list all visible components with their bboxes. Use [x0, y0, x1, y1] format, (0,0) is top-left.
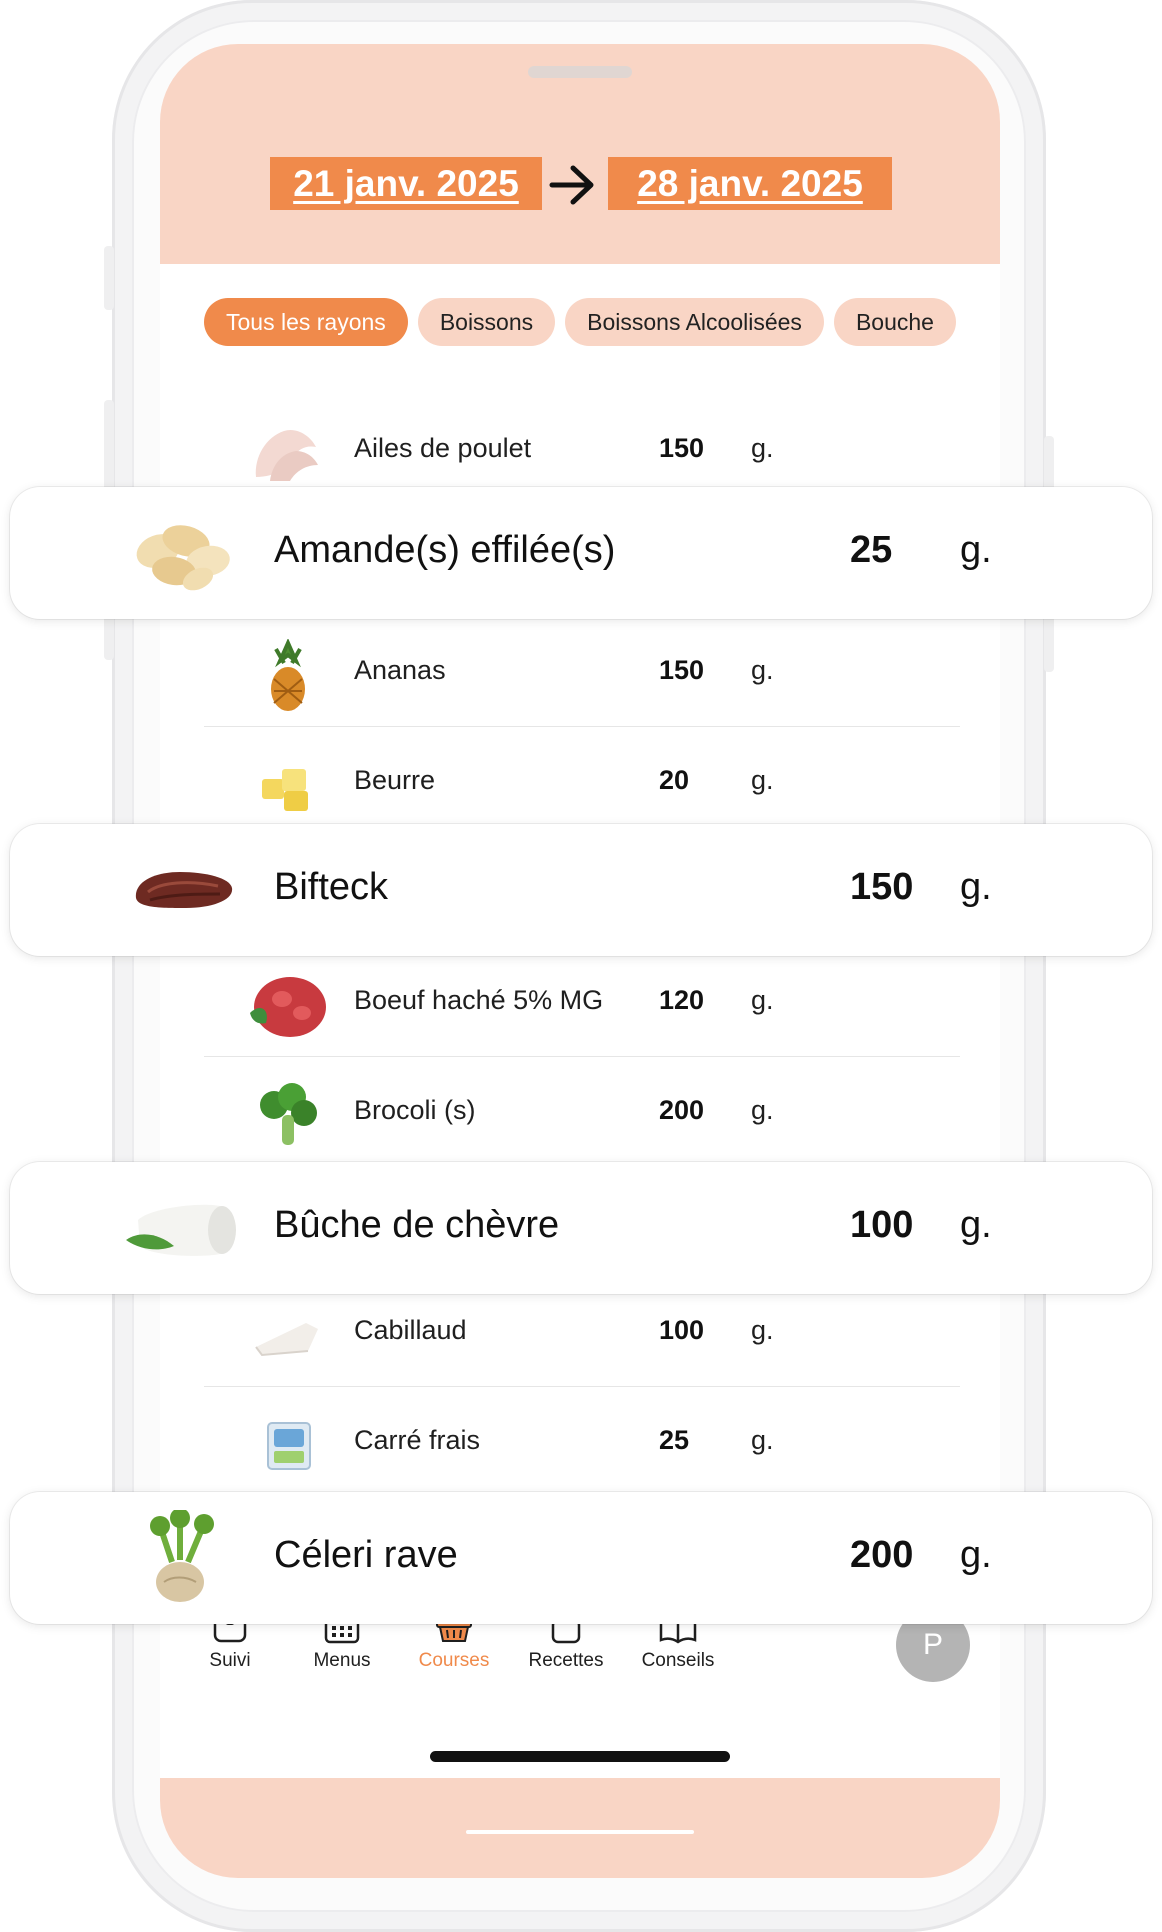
side-button-mute — [104, 246, 114, 310]
nav-label: Recettes — [528, 1650, 604, 1671]
item-name: Ananas — [354, 655, 446, 685]
item-name: Carré frais — [354, 1425, 481, 1455]
chicken-wings-icon — [255, 429, 318, 481]
sheet-grabber[interactable] — [528, 66, 632, 78]
list-item[interactable]: Brocoli (s) 200 g. — [204, 1057, 960, 1167]
item-unit: g. — [751, 1425, 774, 1455]
item-quantity: 200 — [659, 1095, 705, 1125]
item-name: Beurre — [354, 765, 436, 795]
steak-icon — [135, 872, 233, 908]
ground-beef-icon — [250, 977, 326, 1037]
pineapple-icon — [271, 639, 305, 711]
item-unit: g. — [751, 655, 774, 685]
home-indicator — [430, 1751, 730, 1762]
footer-line — [466, 1830, 694, 1834]
fresh-cheese-icon — [267, 1422, 311, 1470]
item-quantity: 100 — [850, 1204, 914, 1246]
item-name: Boeuf haché 5% MG — [354, 985, 604, 1015]
butter-icon — [262, 769, 308, 811]
item-unit: g. — [751, 1315, 774, 1345]
goat-cheese-log-icon — [126, 1204, 236, 1256]
bottom-navigation: Suivi Menus Courses Recettes Conseils P — [160, 1606, 1000, 1726]
nav-label: Courses — [418, 1650, 490, 1671]
item-unit: g. — [751, 985, 774, 1015]
item-quantity: 120 — [659, 985, 705, 1015]
category-filter-bar: Tous les rayons Boissons Boissons Alcoolis… — [204, 298, 1000, 346]
item-quantity: 150 — [659, 433, 705, 463]
item-quantity: 150 — [659, 655, 705, 685]
item-unit: g. — [751, 1095, 774, 1125]
highlighted-item[interactable]: Céleri rave 200 g. — [10, 1492, 1152, 1624]
list-item[interactable]: Boeuf haché 5% MG 120 g. — [204, 947, 960, 1057]
highlighted-item[interactable]: Amande(s) effilée(s) 25 g. — [10, 487, 1152, 619]
item-quantity: 100 — [659, 1315, 705, 1345]
highlighted-item[interactable]: Bifteck 150 g. — [10, 824, 1152, 956]
item-quantity: 200 — [850, 1534, 914, 1576]
footer-area — [160, 1778, 1000, 1878]
list-item[interactable]: Beurre 20 g. — [204, 727, 960, 837]
highlighted-item[interactable]: Bûche de chèvre 100 g. — [10, 1162, 1152, 1294]
item-unit: g. — [960, 529, 992, 571]
chip-boissons[interactable]: Boissons — [417, 298, 556, 346]
item-unit: g. — [960, 1204, 992, 1246]
sliced-almonds-icon — [136, 525, 230, 591]
item-name: Céleri rave — [274, 1534, 458, 1576]
nav-label: Conseils — [641, 1650, 715, 1671]
start-date-button[interactable]: 21 janv. 2025 — [270, 157, 542, 210]
arrow-right-icon — [549, 165, 594, 205]
item-name: Amande(s) effilée(s) — [274, 529, 616, 571]
item-name: Ailes de poulet — [354, 433, 532, 463]
broccoli-icon — [260, 1083, 317, 1145]
chip-boucherie[interactable]: Bouche — [833, 298, 956, 346]
item-quantity: 20 — [659, 765, 690, 795]
item-unit: g. — [960, 866, 992, 908]
item-unit: g. — [751, 765, 774, 795]
item-quantity: 25 — [659, 1425, 690, 1455]
celeriac-icon — [150, 1510, 214, 1602]
nav-label: Menus — [313, 1650, 371, 1671]
cod-fillet-icon — [255, 1323, 318, 1357]
item-name: Brocoli (s) — [354, 1095, 476, 1125]
item-quantity: 25 — [850, 529, 893, 571]
item-name: Bifteck — [274, 866, 389, 908]
item-quantity: 150 — [850, 866, 914, 908]
item-name: Bûche de chèvre — [274, 1204, 560, 1246]
list-item[interactable]: Carré frais 25 g. — [204, 1387, 960, 1497]
chip-all-aisles[interactable]: Tous les rayons — [204, 298, 408, 346]
chip-boissons-alcoolisees[interactable]: Boissons Alcoolisées — [565, 298, 824, 346]
item-unit: g. — [751, 433, 774, 463]
list-item[interactable]: Ananas 150 g. — [204, 617, 960, 727]
item-unit: g. — [960, 1534, 992, 1576]
nav-label: Suivi — [209, 1650, 251, 1671]
item-name: Cabillaud — [354, 1315, 467, 1345]
end-date-button[interactable]: 28 janv. 2025 — [608, 157, 892, 210]
